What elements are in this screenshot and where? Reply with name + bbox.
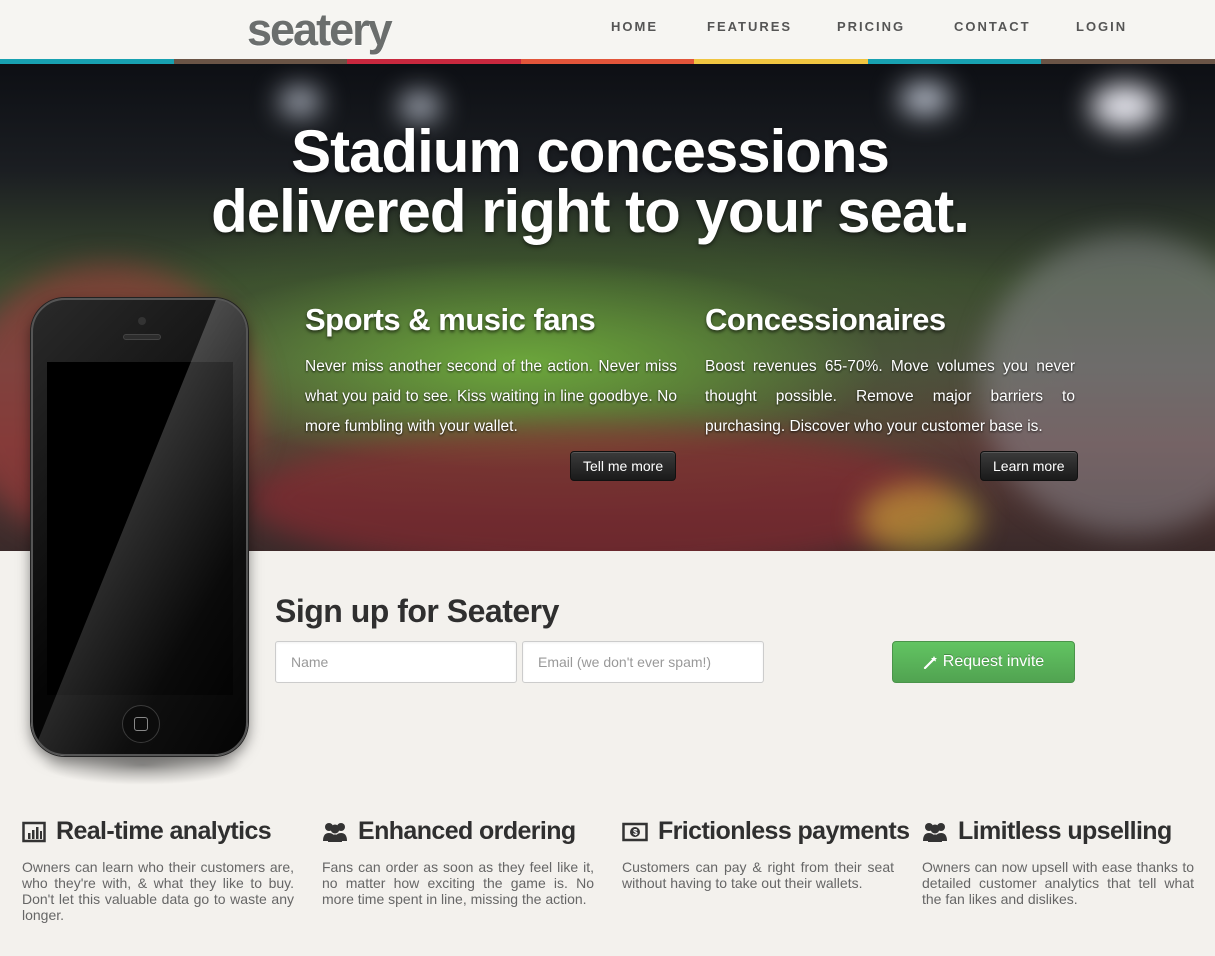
money-icon: $	[622, 822, 648, 841]
feature-description: Fans can order as soon as they feel like…	[322, 859, 594, 907]
phone-camera-icon	[138, 317, 146, 325]
request-invite-label: Request invite	[942, 653, 1045, 670]
feature-title: Limitless upselling	[922, 817, 1194, 846]
site-header: seatery HOME FEATURES PRICING CONTACT LO…	[0, 0, 1215, 59]
bar-chart-icon	[22, 821, 46, 842]
feature-title: Enhanced ordering	[322, 817, 594, 846]
feature-enhanced-ordering: Enhanced ordering Fans can order as soon…	[322, 817, 594, 907]
magic-wand-icon	[923, 656, 937, 669]
concessionaires-column: Concessionaires Boost revenues 65-70%. M…	[705, 302, 1075, 442]
fans-description: Never miss another second of the action.…	[305, 358, 677, 435]
request-invite-button[interactable]: Request invite	[892, 641, 1075, 683]
feature-title-text: Frictionless payments	[658, 817, 910, 845]
hero-title-line-1: Stadium concessions	[291, 118, 890, 185]
stadium-light-decoration	[280, 89, 320, 114]
learn-more-button[interactable]: Learn more	[980, 451, 1078, 481]
phone-home-button-icon	[122, 705, 160, 743]
group-icon	[323, 822, 347, 842]
fans-heading: Sports & music fans	[305, 302, 596, 337]
main-nav: HOME FEATURES PRICING CONTACT LOGIN	[0, 19, 1215, 39]
iphone-illustration	[31, 298, 248, 756]
tell-me-more-button[interactable]: Tell me more	[570, 451, 677, 481]
nav-features-link[interactable]: FEATURES	[707, 19, 792, 34]
feature-description: Customers can pay & right from their sea…	[622, 859, 894, 891]
feature-title-text: Enhanced ordering	[358, 817, 576, 845]
signup-title: Sign up for Seatery	[275, 593, 559, 629]
feature-title-text: Limitless upselling	[958, 817, 1172, 845]
hero-title-line-2: delivered right to your seat.	[211, 178, 970, 245]
feature-real-time-analytics: Real-time analytics Owners can learn who…	[22, 817, 294, 923]
feature-title: $ Frictionless payments	[622, 817, 910, 846]
stadium-light-decoration	[400, 94, 440, 119]
nav-pricing-link[interactable]: PRICING	[837, 19, 905, 34]
feature-description: Owners can now upsell with ease thanks t…	[922, 859, 1194, 907]
nav-contact-link[interactable]: CONTACT	[954, 19, 1031, 34]
feature-limitless-upselling: Limitless upselling Owners can now upsel…	[922, 817, 1194, 907]
feature-title-text: Real-time analytics	[56, 817, 272, 845]
group-icon	[923, 822, 947, 842]
crowd-decoration	[860, 484, 980, 551]
email-input[interactable]	[522, 641, 764, 683]
stadium-light-decoration	[900, 84, 950, 114]
concessionaires-heading: Concessionaires	[705, 302, 946, 337]
fans-column: Sports & music fans Never miss another s…	[305, 302, 677, 442]
phone-speaker-icon	[123, 334, 161, 340]
nav-login-link[interactable]: LOGIN	[1076, 19, 1127, 34]
name-input[interactable]	[275, 641, 517, 683]
crowd-decoration	[250, 424, 950, 551]
feature-description: Owners can learn who their customers are…	[22, 859, 294, 923]
feature-title: Real-time analytics	[22, 817, 294, 846]
concessionaires-description: Boost revenues 65-70%. Move volumes you …	[705, 358, 1075, 435]
feature-frictionless-payments: $ Frictionless payments Customers can pa…	[622, 817, 910, 891]
nav-home-link[interactable]: HOME	[611, 19, 658, 34]
hero-title: Stadium concessions delivered right to y…	[0, 122, 1180, 242]
